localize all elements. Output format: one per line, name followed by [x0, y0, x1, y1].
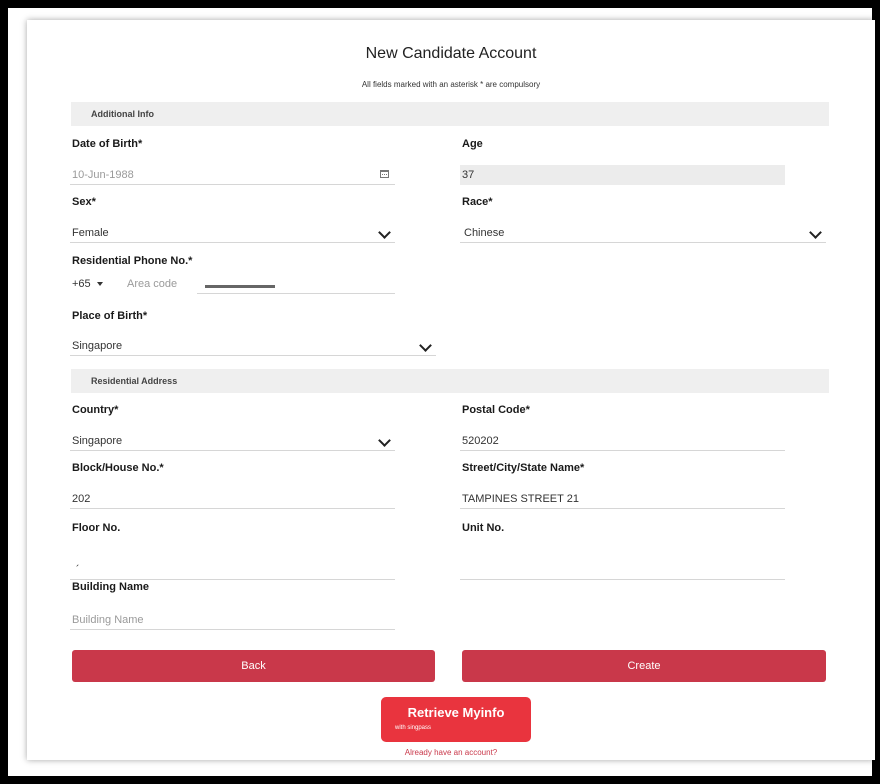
floor-input[interactable]: ´ [70, 560, 395, 580]
age-value: 37 [462, 169, 475, 181]
unit-label: Unit No. [462, 522, 505, 534]
street-label: Street/City/State Name* [462, 462, 585, 474]
age-label: Age [462, 138, 483, 150]
place-of-birth-select[interactable]: Singapore [70, 336, 436, 356]
calendar-icon[interactable] [380, 170, 389, 178]
building-input[interactable]: Building Name [70, 610, 395, 630]
race-label: Race* [462, 196, 493, 208]
sex-value: Female [72, 227, 109, 239]
redacted-phone-number [205, 285, 275, 288]
building-placeholder: Building Name [72, 614, 144, 626]
phone-label: Residential Phone No.* [72, 255, 193, 267]
postal-code-value: 520202 [462, 435, 499, 447]
section-header-residential-address: Residential Address [71, 369, 829, 393]
chevron-down-icon [419, 339, 432, 352]
country-code-value: +65 [72, 278, 91, 290]
myinfo-label: Retrieve Myinfo [407, 705, 505, 720]
chevron-down-icon [809, 226, 822, 239]
building-label: Building Name [72, 581, 150, 593]
unit-input[interactable] [460, 560, 785, 580]
dob-input[interactable]: 10-Jun-1988 [70, 165, 395, 185]
country-value: Singapore [72, 435, 123, 447]
floor-value: ´ [76, 564, 80, 576]
country-select[interactable]: Singapore [70, 431, 395, 451]
area-code-input[interactable]: Area code [125, 274, 195, 294]
retrieve-myinfo-button[interactable]: Retrieve Myinfo with singpass [381, 697, 531, 742]
place-of-birth-label: Place of Birth* [72, 310, 148, 322]
compulsory-note: All fields marked with an asterisk * are… [361, 80, 541, 89]
age-field: 37 [460, 165, 785, 185]
page-title: New Candidate Account [365, 45, 537, 62]
race-value: Chinese [464, 227, 505, 239]
race-select[interactable]: Chinese [460, 223, 826, 243]
screenshot-frame: New Candidate Account All fields marked … [8, 8, 875, 776]
account-form-card: New Candidate Account All fields marked … [27, 20, 875, 760]
block-value: 202 [72, 493, 91, 505]
create-button[interactable]: Create [462, 650, 826, 682]
back-button[interactable]: Back [72, 650, 435, 682]
section-header-additional-info: Additional Info [71, 102, 829, 126]
phone-number-input[interactable] [197, 274, 395, 294]
dob-value: 10-Jun-1988 [72, 169, 134, 181]
caret-down-icon [96, 282, 103, 287]
block-input[interactable]: 202 [70, 489, 395, 509]
chevron-down-icon [378, 226, 391, 239]
chevron-down-icon [378, 434, 391, 447]
postal-code-label: Postal Code* [462, 404, 530, 416]
area-code-placeholder: Area code [127, 278, 178, 290]
floor-label: Floor No. [72, 522, 121, 534]
singpass-sublabel: with singpass [395, 725, 432, 731]
country-label: Country* [72, 404, 119, 416]
sex-select[interactable]: Female [70, 223, 395, 243]
street-value: TAMPINES STREET 21 [462, 493, 579, 505]
block-label: Block/House No.* [72, 462, 164, 474]
postal-code-input[interactable]: 520202 [460, 431, 785, 451]
place-of-birth-value: Singapore [72, 340, 123, 352]
country-code-select[interactable]: +65 [72, 274, 103, 294]
existing-account-link[interactable]: Already have an account? [27, 748, 875, 757]
dob-label: Date of Birth* [72, 138, 143, 150]
sex-label: Sex* [72, 196, 96, 208]
street-input[interactable]: TAMPINES STREET 21 [460, 489, 785, 509]
